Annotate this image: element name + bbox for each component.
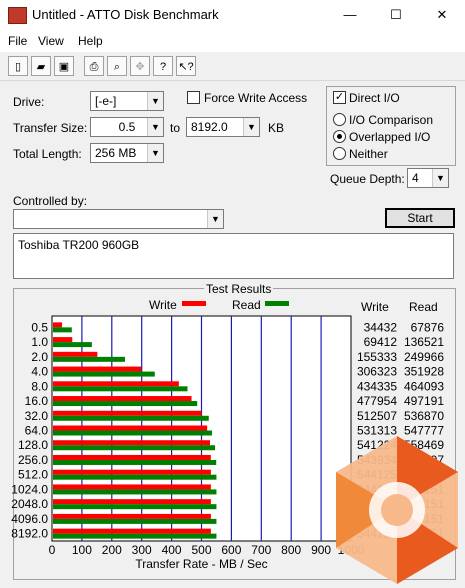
read-bar [53,533,217,539]
write-bar [53,337,73,343]
write-bar [53,469,211,475]
category-label: 64.0 [25,424,49,438]
x-tick-label: 800 [281,543,301,557]
x-tick-label: 500 [191,543,211,557]
read-value-label: 67876 [411,320,445,334]
read-bar [53,415,209,421]
x-tick-label: 700 [251,543,271,557]
read-value-label: 351928 [404,365,444,379]
x-tick-label: 300 [132,543,152,557]
write-bar [53,454,211,460]
category-label: 0.5 [31,320,48,334]
write-value-label: 69412 [364,335,398,349]
x-axis-label: Transfer Rate - MB / Sec [135,557,267,571]
write-bar [53,410,202,416]
read-bar [53,445,216,451]
category-label: 8.0 [31,379,48,393]
category-label: 8192.0 [11,527,48,541]
write-value-label: 434335 [357,379,397,393]
category-label: 4.0 [31,365,48,379]
read-bar [53,386,188,392]
write-bar [53,499,211,505]
read-bar [53,489,217,495]
write-bar [53,440,211,446]
legend-write-label: Write [149,298,177,312]
read-bar [53,430,212,436]
legend-read-swatch [265,301,289,306]
write-bar [53,366,142,372]
category-label: 32.0 [25,409,49,423]
x-tick-label: 200 [102,543,122,557]
read-bar [53,356,125,362]
x-tick-label: 100 [72,543,92,557]
write-value-label: 512507 [357,409,397,423]
write-bar [53,381,179,387]
category-label: 16.0 [25,394,49,408]
write-value-label: 477954 [357,394,397,408]
read-value-label: 497191 [404,394,444,408]
write-bar [53,396,192,402]
x-tick-label: 600 [221,543,241,557]
read-bar [53,327,72,333]
write-bar [53,528,211,534]
category-label: 2048.0 [11,497,48,511]
write-bar [53,513,211,519]
write-bar [53,425,208,431]
write-bar [53,351,98,357]
read-bar [53,371,155,377]
category-label: 2.0 [31,350,48,364]
read-bar [53,459,217,465]
category-label: 1024.0 [11,482,48,496]
x-tick-label: 400 [162,543,182,557]
read-bar [53,474,217,480]
category-label: 512.0 [18,468,48,482]
x-tick-label: 0 [49,543,56,557]
read-bar [53,504,217,510]
write-bar [53,484,211,490]
legend-read-label: Read [232,298,261,312]
kitguru-logo [336,436,458,584]
read-value-label: 464093 [404,379,444,393]
category-label: 1.0 [31,335,48,349]
category-label: 256.0 [18,453,48,467]
legend-write-swatch [182,301,206,306]
read-bar [53,401,198,407]
write-value-label: 34432 [364,320,398,334]
read-value-label: 136521 [404,335,444,349]
write-bar [53,322,63,328]
category-label: 4096.0 [11,512,48,526]
read-bar [53,342,92,348]
write-value-label: 306323 [357,365,397,379]
read-value-label: 249966 [404,350,444,364]
category-label: 128.0 [18,438,48,452]
x-tick-label: 900 [311,543,331,557]
write-value-label: 155333 [357,350,397,364]
read-value-label: 536870 [404,409,444,423]
read-bar [53,518,217,524]
